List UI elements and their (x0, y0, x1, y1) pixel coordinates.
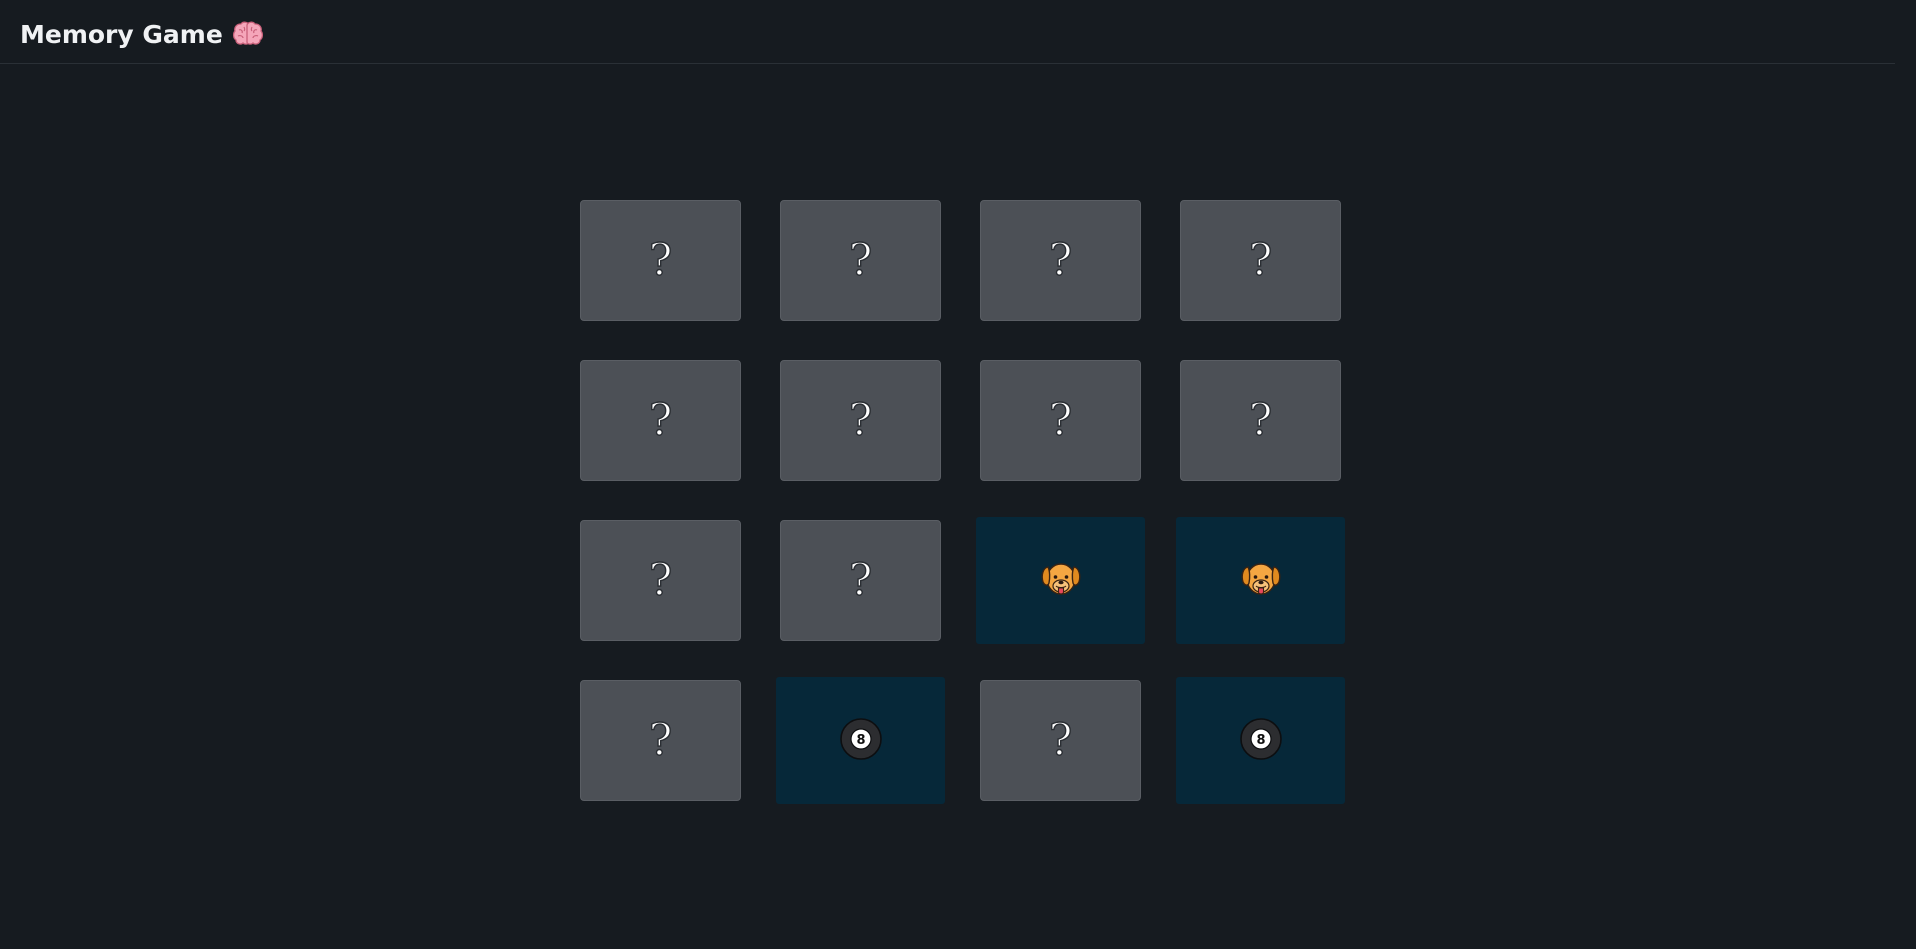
card-grid: ?????????? ? 8 ? 8 (0, 0, 1916, 949)
eight-ball-icon: 8 (1239, 717, 1283, 765)
card-hidden[interactable]: ? (780, 360, 941, 481)
card-hidden[interactable]: ? (580, 520, 741, 641)
card-revealed[interactable] (976, 517, 1145, 644)
svg-text:8: 8 (1256, 733, 1265, 748)
question-mark-icon: ? (648, 714, 673, 766)
card-revealed[interactable]: 8 (1176, 677, 1345, 804)
question-mark-icon: ? (848, 234, 873, 286)
question-mark-icon: ? (1048, 394, 1073, 446)
dog-face-icon (1039, 559, 1083, 603)
card-hidden[interactable]: ? (580, 680, 741, 801)
svg-text:8: 8 (856, 733, 865, 748)
card-revealed[interactable] (1176, 517, 1345, 644)
card-hidden[interactable]: ? (580, 360, 741, 481)
card-revealed[interactable]: 8 (776, 677, 945, 804)
card-hidden[interactable]: ? (980, 680, 1141, 801)
question-mark-icon: ? (648, 554, 673, 606)
question-mark-icon: ? (648, 234, 673, 286)
card-hidden[interactable]: ? (1180, 360, 1341, 481)
dog-face-icon (1239, 559, 1283, 603)
card-hidden[interactable]: ? (780, 200, 941, 321)
card-hidden[interactable]: ? (780, 520, 941, 641)
question-mark-icon: ? (1248, 394, 1273, 446)
question-mark-icon: ? (848, 394, 873, 446)
card-hidden[interactable]: ? (980, 360, 1141, 481)
card-hidden[interactable]: ? (1180, 200, 1341, 321)
question-mark-icon: ? (1248, 234, 1273, 286)
card-hidden[interactable]: ? (580, 200, 741, 321)
eight-ball-icon: 8 (839, 717, 883, 765)
question-mark-icon: ? (1048, 714, 1073, 766)
question-mark-icon: ? (1048, 234, 1073, 286)
question-mark-icon: ? (848, 554, 873, 606)
card-hidden[interactable]: ? (980, 200, 1141, 321)
question-mark-icon: ? (648, 394, 673, 446)
